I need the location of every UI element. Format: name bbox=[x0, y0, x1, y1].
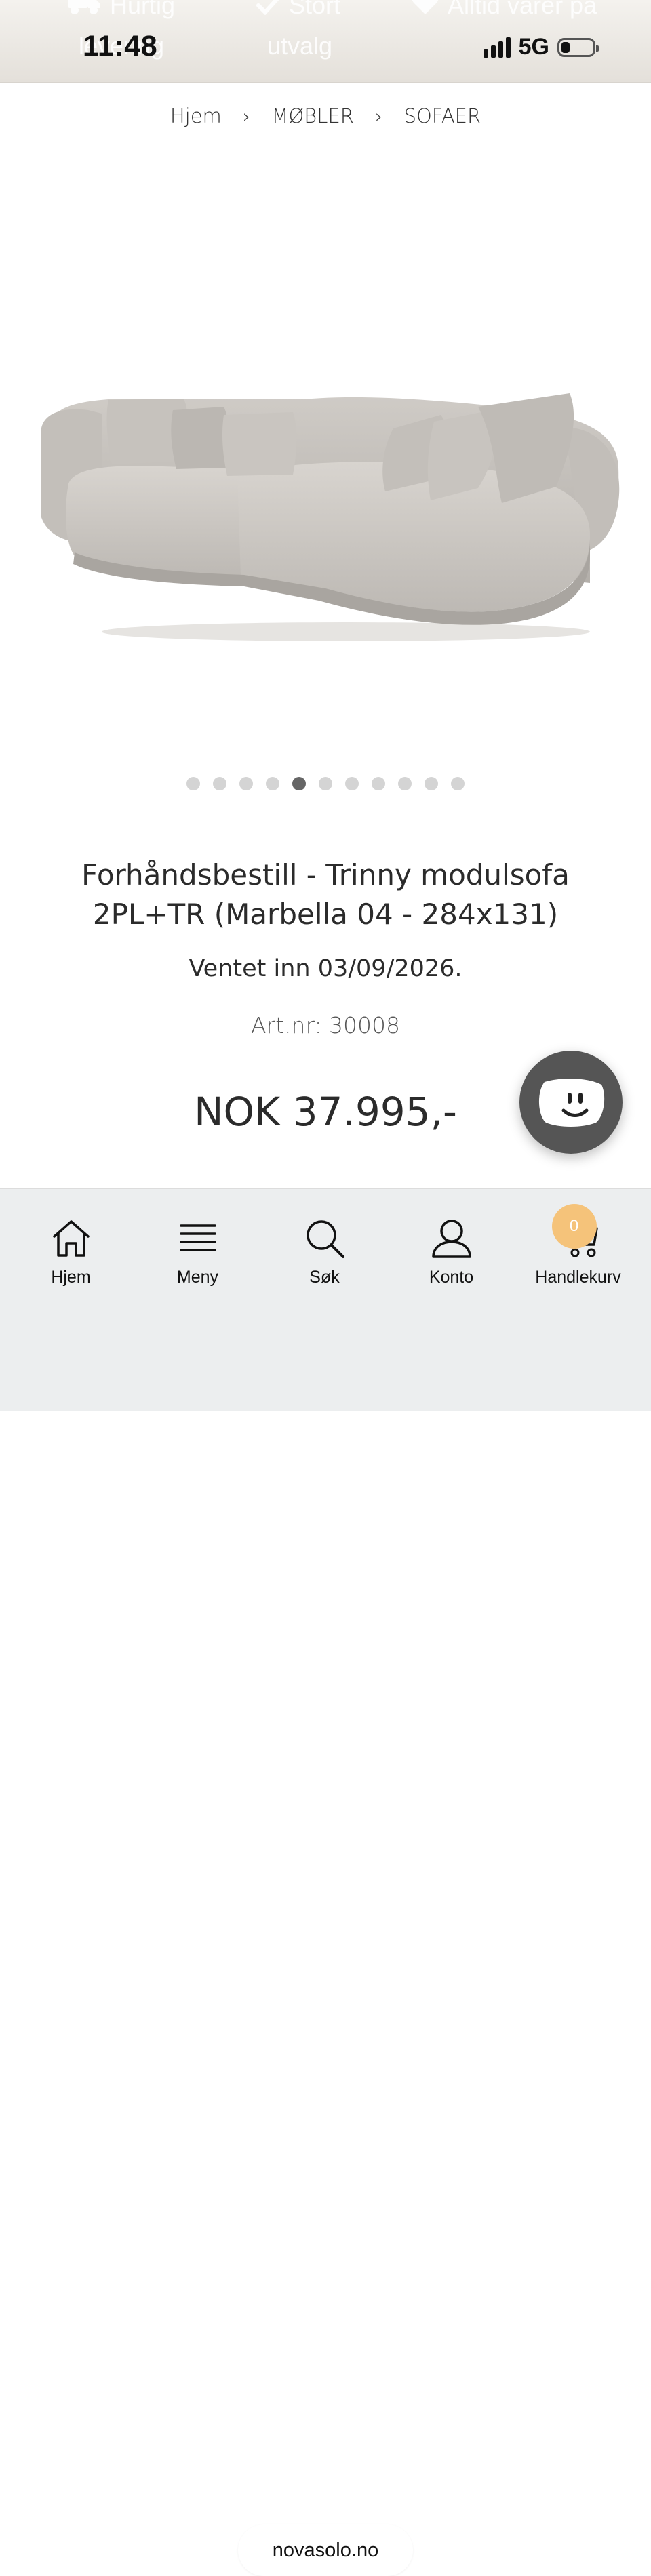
promo-item-selection: Stort utvalg bbox=[256, 0, 340, 60]
carousel-dot[interactable] bbox=[266, 777, 279, 790]
chevron-right-icon: › bbox=[243, 105, 251, 127]
cart-icon: 0 bbox=[551, 1204, 599, 1260]
home-icon bbox=[50, 1217, 92, 1260]
search-icon bbox=[304, 1217, 346, 1260]
nav-search[interactable]: Søk bbox=[261, 1217, 388, 1287]
article-number: Art.nr: 30008 bbox=[250, 1012, 401, 1039]
carousel-dot[interactable] bbox=[292, 777, 306, 790]
carousel-dot[interactable] bbox=[186, 777, 200, 790]
carousel-dot[interactable] bbox=[451, 777, 465, 790]
url-bar[interactable]: novasolo.no bbox=[238, 2524, 413, 2576]
product-image[interactable] bbox=[27, 380, 624, 651]
promo-item-delivery: Hurtig levering bbox=[68, 0, 175, 60]
promo-item-stock: Alltid varer på bbox=[411, 0, 597, 22]
expected-arrival: Ventet inn 03/09/2026. bbox=[189, 955, 462, 982]
nav-cart[interactable]: 0 Handlekurv bbox=[515, 1204, 642, 1287]
heart-icon bbox=[411, 0, 439, 22]
status-bar: Hurtig levering Stort utvalg Alltid vare… bbox=[0, 0, 651, 83]
chat-face-icon bbox=[538, 1079, 605, 1127]
checkmark-icon bbox=[256, 0, 281, 22]
signal-icon bbox=[483, 37, 511, 58]
bottom-nav: Hjem Meny Søk Konto 0 Handlekurv novasol… bbox=[0, 1188, 651, 2576]
truck-icon bbox=[68, 0, 102, 22]
carousel-dot[interactable] bbox=[239, 777, 253, 790]
breadcrumb-home[interactable]: Hjem bbox=[170, 104, 222, 127]
chevron-right-icon: › bbox=[375, 105, 383, 127]
cart-count-badge: 0 bbox=[551, 1204, 597, 1249]
nav-home[interactable]: Hjem bbox=[7, 1217, 134, 1287]
carousel-dots bbox=[0, 777, 651, 790]
user-icon bbox=[431, 1217, 473, 1260]
carousel-dot[interactable] bbox=[345, 777, 359, 790]
battery-icon bbox=[557, 37, 599, 57]
network-label: 5G bbox=[518, 34, 549, 60]
menu-icon bbox=[177, 1217, 219, 1260]
carousel-dot[interactable] bbox=[398, 777, 412, 790]
nav-menu[interactable]: Meny bbox=[134, 1217, 261, 1287]
breadcrumb-mobler[interactable]: MØBLER bbox=[271, 104, 353, 127]
breadcrumb-sofaer[interactable]: SOFAER bbox=[404, 104, 481, 127]
carousel-dot[interactable] bbox=[319, 777, 332, 790]
breadcrumb: Hjem › MØBLER › SOFAER bbox=[0, 104, 651, 127]
carousel-dot[interactable] bbox=[425, 777, 438, 790]
carousel-dot[interactable] bbox=[372, 777, 385, 790]
carousel-dot[interactable] bbox=[213, 777, 226, 790]
product-title: Forhåndsbestill - Trinny modulsofa 2PL+T… bbox=[81, 858, 570, 931]
chat-button[interactable] bbox=[519, 1051, 623, 1154]
clock: 11:48 bbox=[83, 30, 158, 62]
status-indicators: 5G bbox=[483, 34, 599, 60]
nav-account[interactable]: Konto bbox=[388, 1217, 515, 1287]
